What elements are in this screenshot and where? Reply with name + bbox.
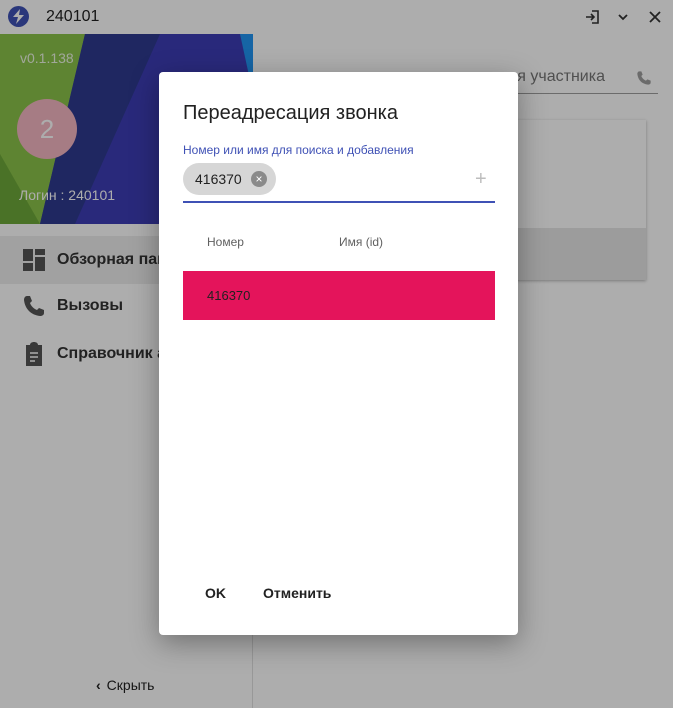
row-number: 416370 [207, 288, 251, 303]
ok-button[interactable]: OK [205, 585, 226, 601]
call-forward-dialog: Переадресация звонка Номер или имя для п… [159, 72, 518, 635]
number-chip[interactable]: 416370 × [183, 163, 276, 195]
search-field-label: Номер или имя для поиска и добавления [183, 143, 414, 157]
dialog-title: Переадресация звонка [183, 102, 398, 124]
column-header-number[interactable]: Номер [207, 235, 244, 249]
table-row[interactable]: 416370 [183, 271, 495, 320]
column-header-name[interactable]: Имя (id) [339, 235, 383, 249]
search-input-underline [183, 201, 495, 203]
chip-remove-icon[interactable]: × [251, 171, 267, 187]
add-icon[interactable]: + [475, 168, 487, 191]
chip-label: 416370 [195, 171, 242, 187]
cancel-button[interactable]: Отменить [263, 585, 331, 601]
